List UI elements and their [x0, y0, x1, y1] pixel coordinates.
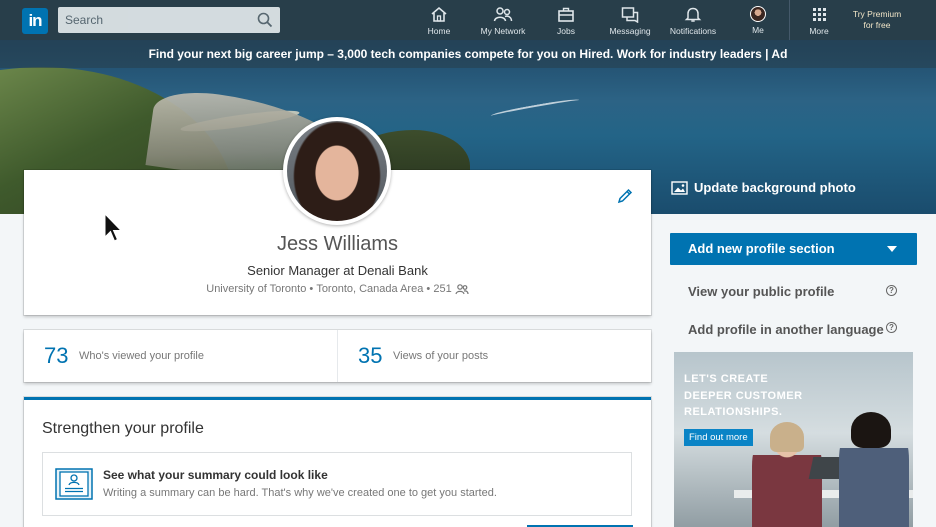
premium-line-1: Try Premium — [852, 9, 902, 19]
update-background-label: Update background photo — [694, 180, 856, 195]
view-public-profile-link[interactable]: View your public profile — [688, 284, 834, 299]
post-views-stat[interactable]: 35 Views of your posts — [338, 330, 651, 382]
add-profile-section-label: Add new profile section — [688, 241, 835, 256]
search-input[interactable] — [58, 7, 238, 33]
nav-my-network-label: My Network — [480, 26, 526, 36]
nav-notifications[interactable]: Notifications — [662, 6, 724, 36]
nav-messaging[interactable]: Messaging — [599, 6, 661, 36]
profile-headline: Senior Manager at Denali Bank — [247, 263, 428, 278]
profile-photo[interactable] — [283, 117, 391, 225]
search-icon[interactable] — [257, 12, 273, 33]
try-premium-link[interactable]: Try Premium for free — [846, 9, 908, 31]
nav-more-label: More — [809, 26, 829, 36]
profile-location: Toronto, Canada Area — [316, 283, 424, 296]
help-icon[interactable]: ? — [886, 285, 897, 296]
profile-connections[interactable]: 251 — [433, 283, 451, 295]
nav-home[interactable]: Home — [408, 6, 470, 36]
image-icon — [671, 181, 688, 195]
profile-school[interactable]: University of Toronto — [206, 283, 306, 295]
ad-headline: LET'S CREATE DEEPER CUSTOMER RELATIONSHI… — [684, 373, 803, 418]
post-views-label: Views of your posts — [393, 350, 489, 362]
stats-card: 73 Who's viewed your profile 35 Views of… — [24, 330, 651, 382]
summary-subtitle: Writing a summary can be hard. That's wh… — [103, 487, 497, 499]
bell-icon — [684, 7, 702, 22]
profile-meta: University of Toronto • Toronto, Canada … — [24, 283, 651, 295]
nav-messaging-label: Messaging — [609, 26, 651, 36]
profile-views-label: Who's viewed your profile — [79, 350, 204, 362]
post-views-count: 35 — [358, 343, 383, 368]
strengthen-title: Strengthen your profile — [42, 420, 204, 437]
nav-notifications-label: Notifications — [669, 26, 717, 36]
home-icon — [431, 6, 447, 22]
nav-home-label: Home — [427, 26, 451, 36]
connections-icon — [455, 283, 469, 294]
add-profile-section-button[interactable]: Add new profile section — [670, 233, 917, 265]
summary-suggestion[interactable]: See what your summary could look like Wr… — [42, 452, 632, 516]
mouse-cursor-icon — [104, 213, 122, 242]
premium-line-2: for free — [863, 20, 891, 30]
summary-document-icon — [55, 466, 93, 507]
nav-me[interactable]: Me — [727, 6, 789, 35]
summary-title: See what your summary could look like — [103, 468, 328, 482]
ad-banner[interactable]: Find your next big career jump – 3,000 t… — [0, 40, 936, 68]
profile-views-count: 73 — [44, 343, 69, 368]
edit-pencil-icon[interactable] — [617, 188, 633, 209]
messaging-icon — [621, 7, 639, 23]
avatar — [750, 6, 766, 22]
ad-find-out-more-button[interactable]: Find out more — [684, 429, 753, 446]
nav-my-network[interactable]: My Network — [472, 6, 534, 36]
update-background-photo-button[interactable]: Update background photo — [671, 180, 856, 195]
top-nav: in Home My Network Jobs Messaging Notifi… — [0, 0, 936, 40]
add-language-profile-link[interactable]: Add profile in another language — [688, 322, 884, 337]
chevron-down-icon — [887, 246, 897, 252]
strengthen-card: Strengthen your profile See what your su… — [24, 397, 651, 527]
search-bar[interactable] — [58, 7, 280, 33]
profile-views-stat[interactable]: 73 Who's viewed your profile — [24, 330, 337, 382]
briefcase-icon — [558, 7, 574, 22]
help-icon[interactable]: ? — [886, 322, 897, 333]
nav-me-label: Me — [752, 25, 764, 35]
nav-more[interactable]: More — [788, 6, 850, 36]
nav-jobs-label: Jobs — [557, 26, 575, 36]
sidebar-ad[interactable]: LET'S CREATE DEEPER CUSTOMER RELATIONSHI… — [674, 352, 913, 527]
network-icon — [493, 7, 513, 22]
grid-icon — [812, 8, 826, 21]
linkedin-logo[interactable]: in — [22, 8, 48, 34]
nav-jobs[interactable]: Jobs — [535, 6, 597, 36]
